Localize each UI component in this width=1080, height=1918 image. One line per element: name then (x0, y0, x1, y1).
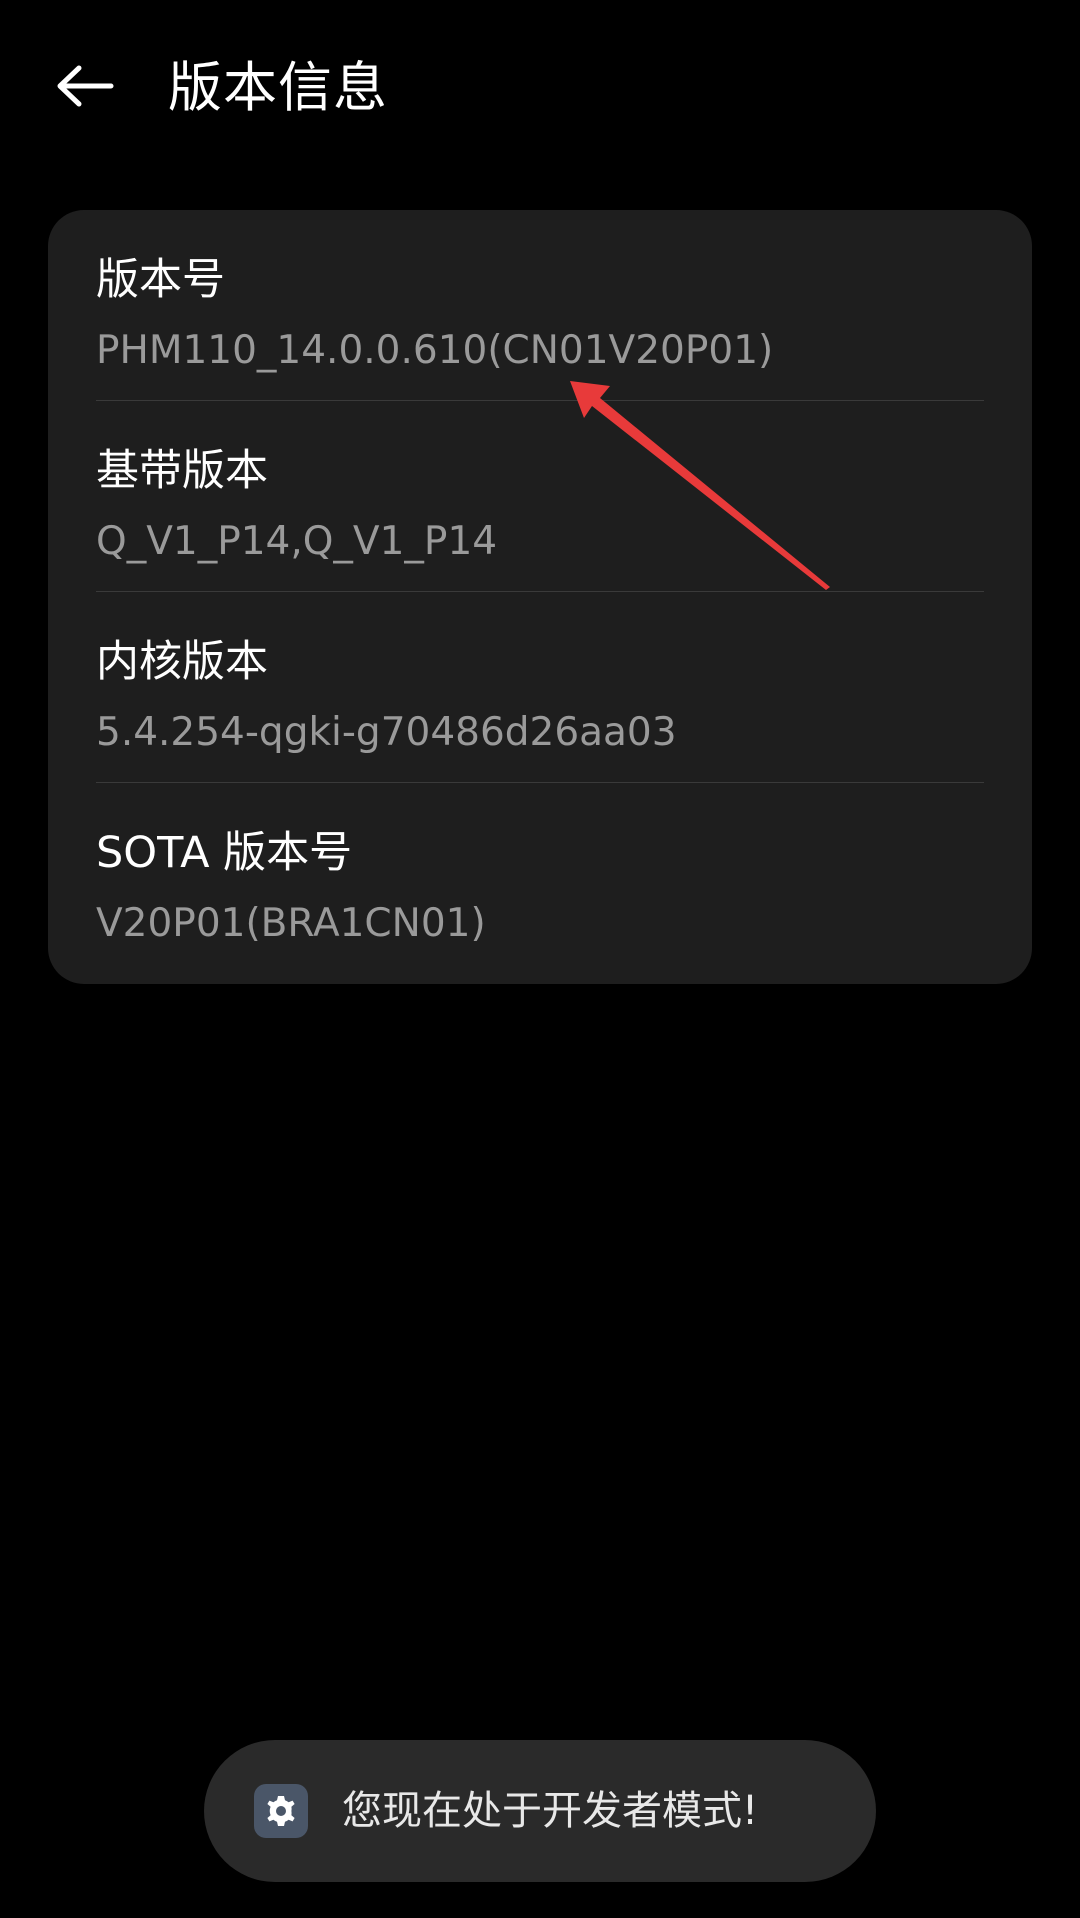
baseband-version-row[interactable]: 基带版本 Q_V1_P14,Q_V1_P14 (96, 401, 984, 592)
kernel-version-row[interactable]: 内核版本 5.4.254-qgki-g70486d26aa03 (96, 592, 984, 783)
kernel-version-value: 5.4.254-qgki-g70486d26aa03 (96, 710, 677, 755)
version-number-value: PHM110_14.0.0.610(CN01V20P01) (96, 328, 774, 373)
back-button[interactable] (40, 44, 130, 128)
version-number-row[interactable]: 版本号 PHM110_14.0.0.610(CN01V20P01) (96, 210, 984, 401)
developer-mode-toast: 您现在处于开发者模式! (204, 1740, 876, 1882)
sota-version-value: V20P01(BRA1CN01) (96, 901, 486, 946)
kernel-version-label: 内核版本 (96, 637, 268, 687)
baseband-version-value: Q_V1_P14,Q_V1_P14 (96, 519, 498, 564)
top-app-bar: 版本信息 (0, 0, 1080, 170)
settings-gear-icon (254, 1784, 308, 1838)
toast-message: 您现在处于开发者模式! (342, 1788, 759, 1834)
arrow-left-icon (57, 65, 114, 107)
sota-version-label: SOTA 版本号 (96, 828, 353, 878)
page-title: 版本信息 (168, 56, 388, 119)
version-number-label: 版本号 (96, 255, 225, 305)
sota-version-row[interactable]: SOTA 版本号 V20P01(BRA1CN01) (96, 783, 984, 974)
version-info-card: 版本号 PHM110_14.0.0.610(CN01V20P01) 基带版本 Q… (48, 210, 1032, 984)
baseband-version-label: 基带版本 (96, 446, 268, 496)
